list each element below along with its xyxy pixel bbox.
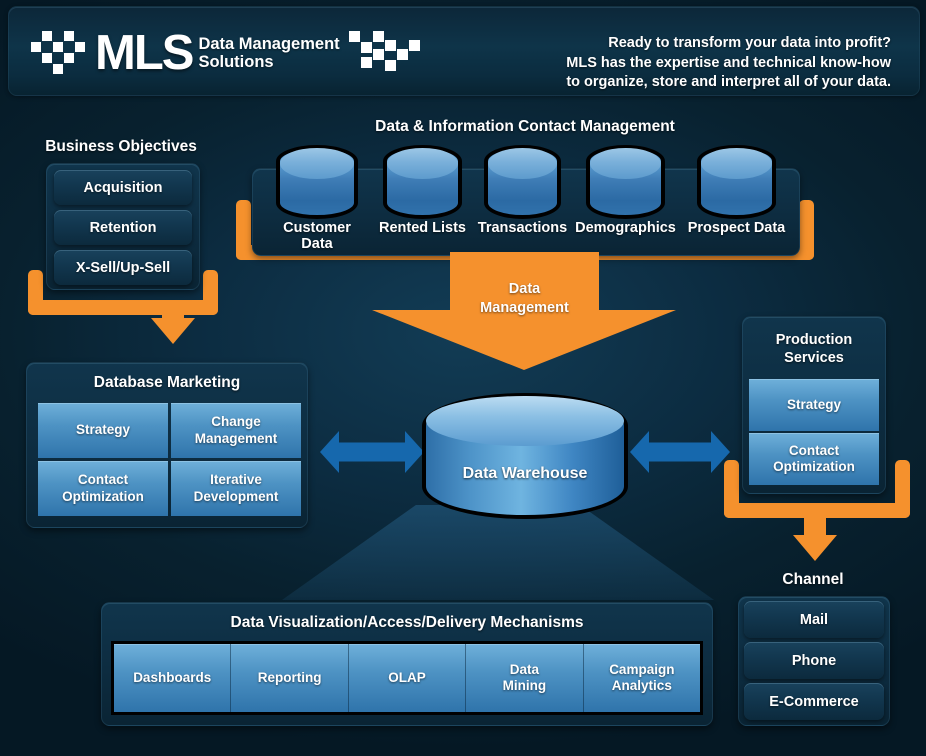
database-marketing-panel: Database Marketing Strategy Change Manage… <box>26 362 308 528</box>
data-source-label-rented-lists: Rented Lists <box>378 220 466 236</box>
production-services-tile-contact-optimization[interactable]: Contact Optimization <box>749 433 879 485</box>
channel-label: E-Commerce <box>769 693 859 710</box>
data-visualization-tile-data-mining[interactable]: Data Mining <box>466 644 584 712</box>
data-source-customer-data[interactable] <box>276 145 358 219</box>
channel-title: Channel <box>782 571 844 588</box>
data-source-prospect-data[interactable] <box>697 145 776 219</box>
logo-wordmark: MLS <box>95 26 194 80</box>
logo-subtitle-line1: Data Management <box>198 35 340 53</box>
logo-pixel-pattern-left <box>31 29 93 77</box>
database-marketing-title: Database Marketing <box>93 374 241 391</box>
logo-subtitle-line2: Solutions <box>198 53 274 71</box>
data-visualization-tile-reporting[interactable]: Reporting <box>231 644 349 712</box>
business-objectives-title: Business Objectives <box>45 138 197 155</box>
tagline-line-2: MLS has the expertise and technical know… <box>566 54 891 71</box>
business-objective-label: Acquisition <box>83 179 163 196</box>
left-double-arrow <box>320 431 424 473</box>
channel-item-phone[interactable]: Phone <box>744 642 884 679</box>
business-objective-item-xsell-upsell[interactable]: X-Sell/Up-Sell <box>54 250 192 285</box>
data-source-transactions[interactable] <box>484 145 561 219</box>
business-objective-label: Retention <box>89 219 157 236</box>
channel-label: Phone <box>791 652 837 669</box>
logo-subtitle: Data Management Solutions <box>198 35 339 71</box>
production-services-tile-strategy[interactable]: Strategy <box>749 379 879 431</box>
mls-logo: MLS Data Management Solutions <box>31 26 423 80</box>
data-warehouse-fan-connector <box>282 505 714 600</box>
business-objective-item-acquisition[interactable]: Acquisition <box>54 170 192 205</box>
database-marketing-tile-change-management[interactable]: Change Management <box>171 403 301 458</box>
data-source-label-transactions: Transactions <box>477 220 568 236</box>
tile-label: Reporting <box>257 669 322 685</box>
data-visualization-tile-dashboards[interactable]: Dashboards <box>114 644 232 712</box>
tile-label: Change Management <box>194 414 278 446</box>
data-warehouse-label: Data Warehouse <box>462 465 588 482</box>
tile-label: Dashboards <box>133 669 212 685</box>
business-objective-item-retention[interactable]: Retention <box>54 210 192 245</box>
data-visualization-panel: Data Visualization/Access/Delivery Mecha… <box>101 602 713 726</box>
data-source-demographics[interactable] <box>586 145 665 219</box>
data-visualization-tile-row: Dashboards Reporting OLAP Data Mining Cam… <box>111 641 703 715</box>
tagline-line-1: Ready to transform your data into profit… <box>608 35 891 51</box>
diagram-canvas: MLS Data Management Solutions Ready to t… <box>0 0 926 756</box>
business-objectives-down-arrow <box>148 300 198 344</box>
right-double-arrow <box>630 431 730 473</box>
tile-label: OLAP <box>388 669 426 685</box>
data-source-label-customer-data: Customer Data <box>283 220 351 252</box>
database-marketing-tile-strategy[interactable]: Strategy <box>38 403 168 458</box>
channel-item-mail[interactable]: Mail <box>744 601 884 638</box>
database-marketing-tile-contact-optimization[interactable]: Contact Optimization <box>38 461 168 516</box>
tagline-line-3: to organize, store and interpret all of … <box>566 74 891 90</box>
tile-label: Contact Optimization <box>773 442 855 474</box>
channel-panel: Mail Phone E-Commerce <box>738 596 890 726</box>
data-visualization-title: Data Visualization/Access/Delivery Mecha… <box>230 614 584 631</box>
data-visualization-tile-olap[interactable]: OLAP <box>348 644 467 712</box>
channel-label: Mail <box>799 611 829 628</box>
data-warehouse-cylinder[interactable] <box>422 393 628 519</box>
tile-label: Data Mining <box>502 661 547 693</box>
tile-label: Iterative Development <box>193 472 279 504</box>
production-services-panel: Production Services Strategy Contact Optim… <box>742 316 886 494</box>
data-source-label-demographics: Demographics <box>575 220 676 236</box>
business-objectives-panel: Acquisition Retention X-Sell/Up-Sell <box>46 163 200 290</box>
header-tagline: Ready to transform your data into profit… <box>566 34 891 93</box>
tile-label: Strategy <box>786 396 842 412</box>
tile-label: Contact Optimization <box>62 472 144 504</box>
business-objective-label: X-Sell/Up-Sell <box>75 259 171 276</box>
data-management-arrow-label: Data Management <box>372 280 677 318</box>
tile-label: Campaign Analytics <box>609 661 675 693</box>
data-information-title: Data & Information Contact Management <box>375 118 675 135</box>
logo-pixel-pattern-right <box>348 31 423 75</box>
production-services-down-arrow <box>790 505 840 561</box>
database-marketing-tile-iterative-development[interactable]: Iterative Development <box>171 461 301 516</box>
data-visualization-tile-campaign-analytics[interactable]: Campaign Analytics <box>583 644 701 712</box>
data-management-label-line1: Data <box>508 281 541 297</box>
production-services-title: Production Services <box>775 332 853 366</box>
tile-label: Strategy <box>75 422 131 438</box>
data-management-label-line2: Management <box>480 300 569 316</box>
data-source-rented-lists[interactable] <box>383 145 462 219</box>
channel-item-ecommerce[interactable]: E-Commerce <box>744 683 884 720</box>
header-banner: MLS Data Management Solutions Ready to t… <box>8 6 920 96</box>
data-source-label-prospect-data: Prospect Data <box>687 220 786 236</box>
